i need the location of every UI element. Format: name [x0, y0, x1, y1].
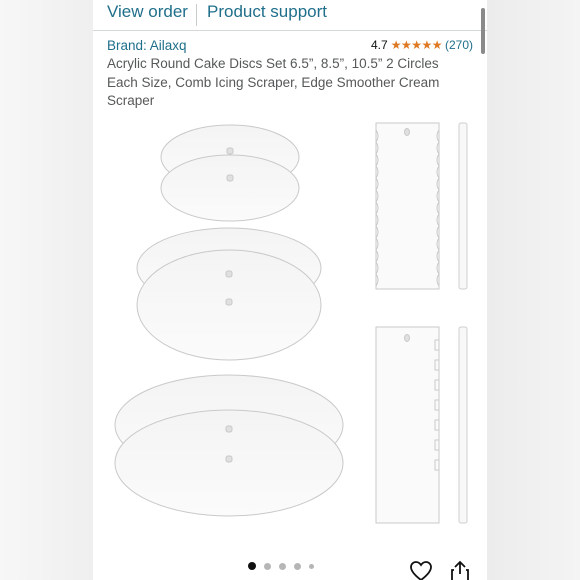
product-title: Acrylic Round Cake Discs Set 6.5”, 8.5”,… — [107, 56, 440, 108]
scrollbar[interactable] — [481, 8, 485, 54]
brand-link[interactable]: Brand: Ailaxq — [107, 38, 187, 53]
carousel-dot[interactable] — [294, 562, 301, 570]
carousel-dot[interactable] — [309, 563, 314, 569]
left-backdrop — [0, 0, 93, 580]
review-count-link[interactable]: (270) — [445, 38, 473, 52]
small-disc-pair — [160, 124, 300, 222]
view-order-link[interactable]: View order — [107, 2, 188, 22]
carousel-dot-active[interactable] — [248, 562, 256, 570]
top-links-bar: View order Product support — [93, 0, 487, 31]
product-panel: View order Product support Brand: Ailaxq… — [93, 0, 487, 580]
right-backdrop — [487, 0, 580, 580]
carousel-indicator[interactable] — [248, 562, 314, 570]
edge-smoother — [375, 326, 440, 524]
carousel-dot[interactable] — [279, 562, 286, 570]
carousel-dot[interactable] — [264, 562, 271, 570]
product-support-link[interactable]: Product support — [207, 2, 327, 22]
product-image[interactable] — [93, 118, 487, 558]
link-divider — [196, 4, 197, 26]
rating-summary[interactable]: 4.7 ★★★★★ (270) — [371, 38, 473, 52]
comb-scraper — [375, 122, 440, 290]
medium-disc-pair — [136, 227, 322, 361]
star-rating-icon: ★★★★★ — [390, 38, 443, 52]
heart-icon[interactable] — [409, 560, 433, 580]
rating-value: 4.7 — [371, 38, 388, 52]
scraper-side-profile — [458, 122, 468, 524]
share-icon[interactable] — [449, 560, 471, 580]
large-disc-pair — [114, 374, 344, 517]
